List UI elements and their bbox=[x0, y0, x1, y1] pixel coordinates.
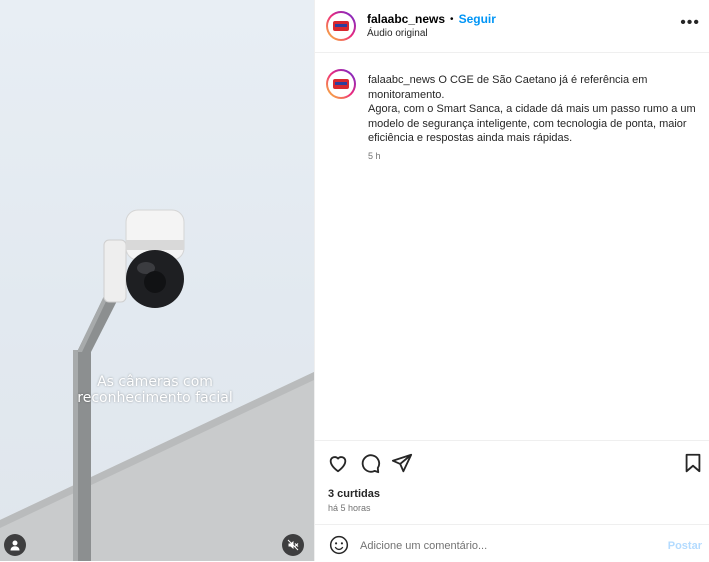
share-icon[interactable] bbox=[391, 452, 413, 474]
separator-dot: • bbox=[450, 13, 454, 25]
post-panel: falaabc_news • Seguir Áudio original •••… bbox=[314, 0, 709, 561]
user-tag-icon bbox=[10, 540, 20, 551]
caption-username[interactable]: falaabc_news bbox=[368, 74, 435, 86]
comment-icon[interactable] bbox=[359, 452, 381, 474]
muted-speaker-icon bbox=[287, 539, 299, 551]
post-caption: falaabc_news O CGE de São Caetano já é r… bbox=[368, 73, 703, 146]
caption-time: 5 h bbox=[368, 151, 381, 161]
caption-avatar[interactable] bbox=[326, 69, 356, 99]
post-comment-button[interactable]: Postar bbox=[668, 540, 702, 552]
comment-input[interactable]: Adicione um comentário... bbox=[360, 540, 487, 552]
comment-bar: Adicione um comentário... Postar bbox=[315, 524, 709, 562]
caption-text-line2: Agora, com o Smart Sanca, a cidade dá ma… bbox=[368, 103, 696, 144]
follow-button[interactable]: Seguir bbox=[459, 12, 496, 26]
camera-scene-image bbox=[0, 209, 314, 561]
falaabc-logo-icon bbox=[333, 21, 349, 31]
bookmark-icon[interactable] bbox=[682, 452, 704, 474]
mute-toggle-button[interactable] bbox=[282, 534, 304, 556]
post-header: falaabc_news • Seguir Áudio original ••• bbox=[315, 0, 709, 53]
post-timestamp: há 5 horas bbox=[328, 503, 371, 513]
likes-count[interactable]: 3 curtidas bbox=[328, 488, 380, 500]
video-subtitle: As câmeras com reconhecimento facial bbox=[77, 374, 233, 406]
avatar[interactable] bbox=[326, 11, 356, 41]
falaabc-logo-icon bbox=[333, 79, 349, 89]
post-username[interactable]: falaabc_news bbox=[367, 12, 445, 26]
reel-video[interactable]: As câmeras com reconhecimento facial bbox=[0, 0, 314, 561]
audio-link[interactable]: Áudio original bbox=[367, 28, 428, 39]
emoji-icon[interactable] bbox=[329, 535, 349, 555]
tagged-users-button[interactable] bbox=[4, 534, 26, 556]
heart-icon[interactable] bbox=[327, 452, 349, 474]
action-bar: 3 curtidas há 5 horas bbox=[315, 440, 709, 525]
more-options-icon[interactable]: ••• bbox=[680, 14, 700, 32]
